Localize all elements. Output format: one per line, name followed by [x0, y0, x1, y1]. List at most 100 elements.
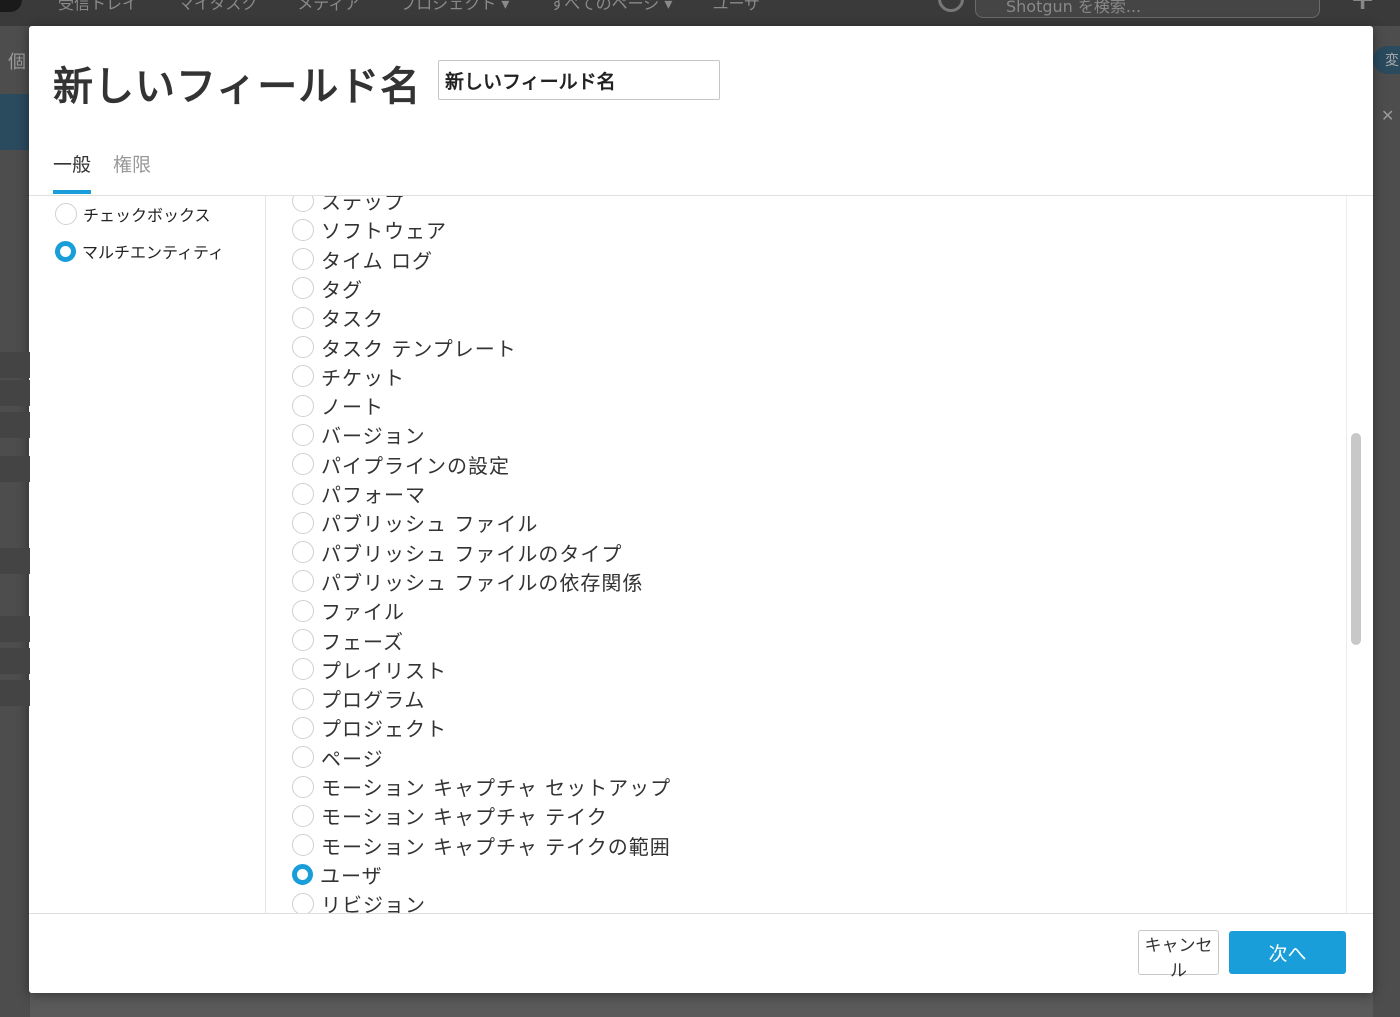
- entity-option[interactable]: プログラム: [292, 684, 425, 713]
- radio-button[interactable]: [292, 196, 314, 212]
- dialog-tabs: 一般 権限: [53, 146, 151, 196]
- radio-button[interactable]: [292, 453, 314, 476]
- cancel-button[interactable]: キャンセル: [1138, 930, 1219, 981]
- radio-button[interactable]: [292, 423, 314, 446]
- radio-button[interactable]: [292, 541, 314, 564]
- close-icon: ✕: [1381, 106, 1395, 125]
- entity-option[interactable]: チケット: [292, 362, 405, 391]
- field-type-option[interactable]: チェックボックス: [55, 202, 211, 226]
- entity-label: バージョン: [321, 424, 426, 449]
- entity-label: タスク テンプレート: [321, 336, 517, 361]
- new-field-dialog: 新しいフィールド名 一般 権限 チェックボックスマルチエンティティ ステップソフ…: [29, 26, 1373, 993]
- background-nav-item: プロジェクト ▾: [400, 0, 510, 13]
- background-table-row: [0, 352, 30, 378]
- entity-option[interactable]: プロジェクト: [292, 713, 447, 742]
- background-right-panel: 変 ✕: [1373, 26, 1400, 1017]
- entity-label: パブリッシュ ファイルのタイプ: [321, 541, 623, 566]
- radio-button[interactable]: [292, 336, 314, 358]
- background-left-panel: 個: [0, 26, 30, 1017]
- radio-button[interactable]: [292, 834, 314, 857]
- entity-option[interactable]: リビジョン: [292, 889, 426, 913]
- field-type-label: チェックボックス: [83, 206, 211, 225]
- entity-label: モーション キャプチャ テイク: [321, 805, 608, 830]
- search-icon: [938, 0, 964, 12]
- entity-option[interactable]: ステップ: [292, 196, 405, 215]
- radio-button[interactable]: [292, 804, 314, 827]
- entity-option[interactable]: タイム ログ: [292, 245, 433, 274]
- background-table-row: [0, 680, 30, 706]
- dialog-footer: キャンセル 次へ: [29, 913, 1373, 993]
- entity-option[interactable]: モーション キャプチャ セットアップ: [292, 772, 671, 801]
- radio-button[interactable]: [292, 892, 314, 913]
- tab-permissions[interactable]: 権限: [113, 146, 151, 194]
- entity-option[interactable]: ノート: [292, 391, 384, 420]
- radio-button[interactable]: [292, 482, 314, 505]
- radio-button[interactable]: [292, 658, 314, 681]
- entity-option[interactable]: フェーズ: [292, 626, 404, 655]
- background-right-pill: 変: [1373, 46, 1400, 74]
- radio-button[interactable]: [292, 687, 314, 710]
- radio-button[interactable]: [292, 511, 314, 534]
- entity-label: チケット: [321, 365, 405, 390]
- background-nav: 受信トレイ マイタスク メディア プロジェクト ▾ すべてのページ ▾ ユーザ: [58, 0, 760, 14]
- entity-label: ノート: [321, 395, 384, 420]
- field-type-list: チェックボックスマルチエンティティ: [29, 196, 266, 913]
- radio-button[interactable]: [292, 746, 314, 769]
- entity-option[interactable]: タスク: [292, 303, 384, 332]
- radio-button[interactable]: [292, 863, 313, 885]
- background-table-row: [0, 548, 30, 574]
- entity-label: ファイル: [321, 600, 405, 625]
- entity-option[interactable]: バージョン: [292, 420, 426, 449]
- add-icon: +: [1350, 0, 1375, 17]
- entity-option[interactable]: ソフトウェア: [292, 215, 447, 244]
- entity-option[interactable]: パイプラインの設定: [292, 450, 510, 479]
- radio-button[interactable]: [292, 306, 314, 329]
- entity-option[interactable]: モーション キャプチャ テイクの範囲: [292, 831, 671, 860]
- background-table-row: [0, 380, 30, 406]
- entity-label: パブリッシュ ファイル: [321, 512, 539, 537]
- entity-label: パブリッシュ ファイルの依存関係: [321, 570, 644, 595]
- radio-button[interactable]: [292, 775, 314, 798]
- entity-option[interactable]: パフォーマ: [292, 479, 426, 508]
- background-left-highlight: [0, 94, 30, 150]
- entity-label: タスク: [321, 307, 384, 332]
- entity-list-scrollbar-thumb[interactable]: [1351, 433, 1361, 645]
- entity-option[interactable]: パブリッシュ ファイル: [292, 508, 538, 537]
- radio-button[interactable]: [55, 203, 77, 225]
- radio-button[interactable]: [292, 629, 314, 651]
- entity-option[interactable]: タグ: [292, 274, 363, 303]
- radio-button[interactable]: [292, 218, 314, 241]
- radio-button[interactable]: [55, 240, 76, 262]
- background-table-row: [0, 456, 30, 482]
- entity-label: パイプラインの設定: [321, 453, 510, 478]
- background-table-row: [0, 616, 30, 642]
- entity-type-list[interactable]: ステップ ソフトウェア タイム ログ タグタスクタスク テンプレート チケットノートバー…: [266, 196, 1346, 913]
- entity-option[interactable]: ファイル: [292, 596, 405, 625]
- entity-label: ステップ: [321, 196, 405, 214]
- entity-label: ページ: [321, 746, 384, 771]
- next-button[interactable]: 次へ: [1229, 931, 1346, 974]
- radio-button[interactable]: [292, 716, 314, 739]
- entity-label: モーション キャプチャ テイクの範囲: [321, 834, 671, 859]
- tab-general[interactable]: 一般: [53, 146, 92, 194]
- app-logo: [0, 0, 22, 12]
- entity-option[interactable]: パブリッシュ ファイルのタイプ: [292, 538, 622, 567]
- field-type-option[interactable]: マルチエンティティ: [55, 239, 224, 263]
- radio-button[interactable]: [292, 570, 314, 593]
- radio-button[interactable]: [292, 277, 314, 300]
- entity-label: ユーザ: [320, 863, 383, 888]
- background-nav-item: ユーザ: [712, 0, 761, 13]
- background-table-row: [0, 648, 30, 674]
- entity-option[interactable]: モーション キャプチャ テイク: [292, 801, 608, 830]
- field-name-input[interactable]: [438, 60, 720, 100]
- radio-button[interactable]: [292, 248, 314, 271]
- radio-button[interactable]: [292, 394, 314, 417]
- entity-option[interactable]: ページ: [292, 743, 384, 772]
- dialog-body: チェックボックスマルチエンティティ ステップ ソフトウェア タイム ログ タグタスクタ…: [29, 196, 1373, 913]
- radio-button[interactable]: [292, 365, 314, 388]
- entity-option[interactable]: タスク テンプレート: [292, 333, 517, 362]
- radio-button[interactable]: [292, 599, 314, 622]
- entity-option[interactable]: プレイリスト: [292, 655, 447, 684]
- entity-option[interactable]: パブリッシュ ファイルの依存関係: [292, 567, 643, 596]
- entity-option[interactable]: ユーザ: [292, 860, 383, 889]
